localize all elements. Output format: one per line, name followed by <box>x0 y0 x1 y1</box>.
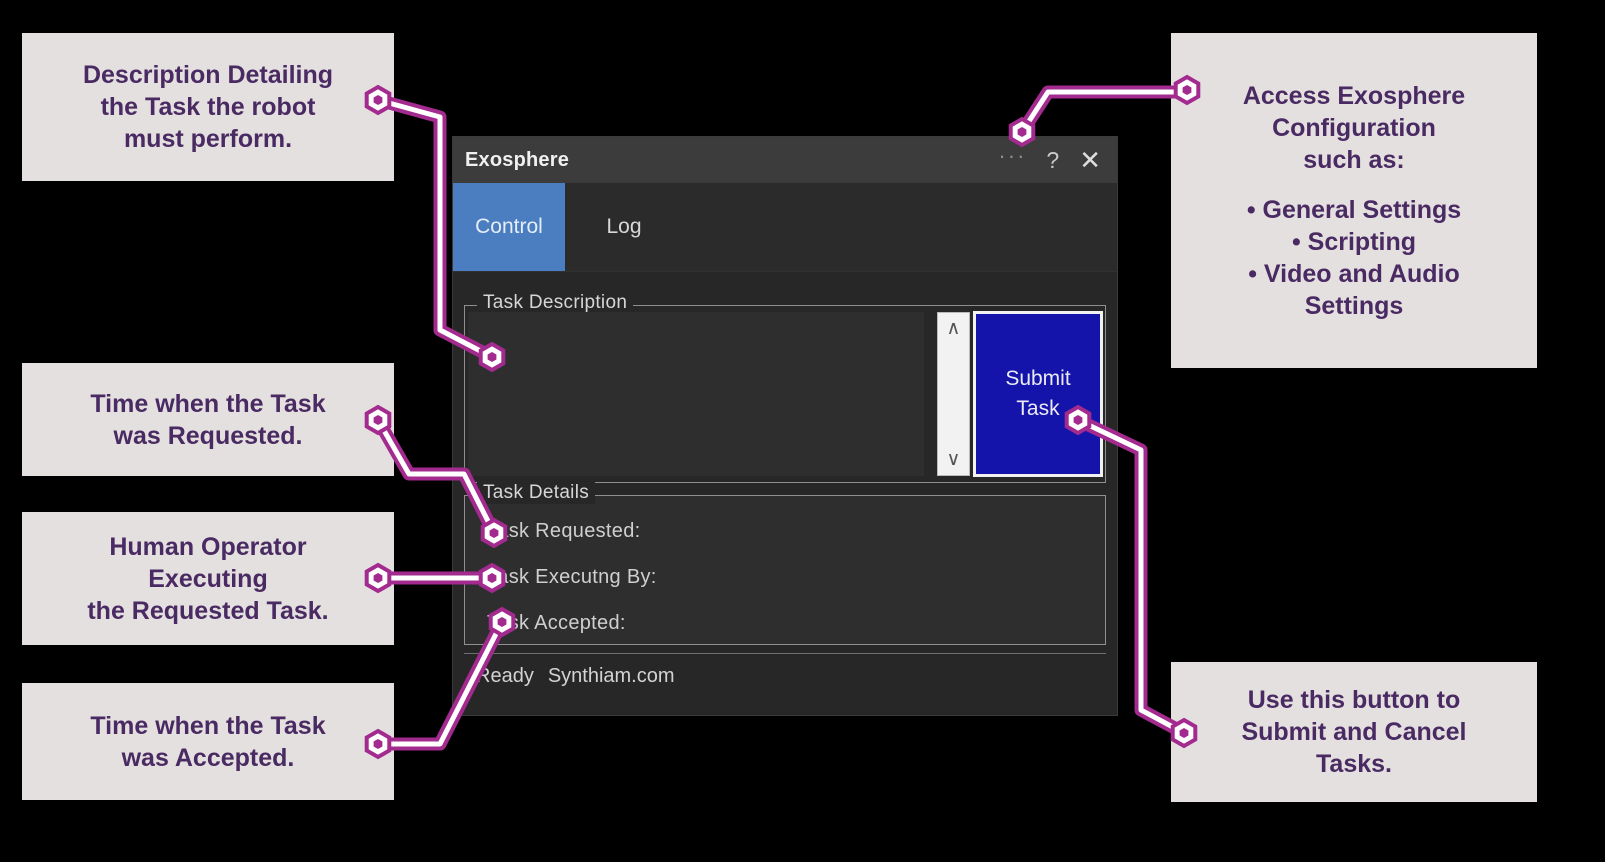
scroll-up-icon[interactable]: ∧ <box>947 319 961 338</box>
callout-line: Time when the Task <box>90 389 326 418</box>
callout-line: the Task the robot <box>100 93 316 121</box>
callout-bullet: • Video and Audio <box>1248 259 1460 288</box>
task-description-legend: Task Description <box>477 292 634 314</box>
callout-heading: Access Exosphere Configuration such as: <box>1243 80 1465 176</box>
help-icon[interactable]: ? <box>1036 147 1069 174</box>
callout-line: Use this button to <box>1247 686 1461 714</box>
task-details-group: Task Details Task Requested: Task Execut… <box>464 482 1106 645</box>
scroll-down-icon[interactable]: ∨ <box>947 450 961 469</box>
submit-task-button[interactable]: Submit Task <box>973 311 1103 477</box>
tab-control[interactable]: Control <box>453 183 565 271</box>
callout-line: Submit and Cancel <box>1241 718 1467 746</box>
task-accepted-row: Task Accepted: <box>487 612 626 634</box>
callout-line: Configuration <box>1272 113 1436 142</box>
callout-line: Time when the Task <box>90 711 326 740</box>
tab-log[interactable]: Log <box>565 183 683 271</box>
callout-human-operator: Human Operator Executing the Requested T… <box>22 512 394 645</box>
task-description-input[interactable] <box>468 312 924 476</box>
callout-bullet: • Scripting <box>1291 227 1417 256</box>
more-options-icon[interactable]: ··· <box>988 143 1036 177</box>
status-site-text: Synthiam.com <box>547 665 675 687</box>
callout-exosphere-configuration: Access Exosphere Configuration such as: … <box>1171 33 1537 368</box>
callout-line: such as: <box>1303 145 1405 174</box>
window-title-bar: Exosphere ··· ? ✕ <box>453 137 1117 183</box>
status-bar: Ready Synthiam.com <box>464 653 1106 699</box>
task-description-scrollbar[interactable]: ∧ ∨ <box>937 312 970 476</box>
callout-line: Access Exosphere <box>1242 81 1466 110</box>
callout-submit-button: Use this button to Submit and Cancel Tas… <box>1171 662 1537 802</box>
callout-task-description: Description Detailing the Task the robot… <box>22 33 394 181</box>
task-description-group: Task Description ∧ ∨ Submit Task <box>464 292 1106 483</box>
callout-task-accepted: Time when the Task was Accepted. <box>22 683 394 800</box>
callout-task-requested: Time when the Task was Requested. <box>22 363 394 476</box>
exosphere-window: Exosphere ··· ? ✕ Control Log Task Descr… <box>452 136 1118 716</box>
callout-line: the Requested Task. <box>87 596 329 625</box>
callout-line: Tasks. <box>1316 750 1392 778</box>
status-ready-text: Ready <box>476 665 534 687</box>
submit-task-label-line1: Submit <box>1005 366 1071 390</box>
close-icon[interactable]: ✕ <box>1069 145 1111 175</box>
callout-line: must perform. <box>123 125 293 153</box>
callout-line: Executing <box>148 564 268 593</box>
window-title: Exosphere <box>465 148 570 171</box>
task-executing-by-row: Task Executng By: <box>487 566 657 588</box>
task-requested-row: Task Requested: <box>487 520 641 542</box>
tab-strip: Control Log <box>453 183 1117 272</box>
callout-line: Human Operator <box>109 532 307 561</box>
callout-bullet: • General Settings <box>1246 195 1462 224</box>
callout-line: was Accepted. <box>121 743 295 772</box>
callout-bullet: Settings <box>1304 291 1404 320</box>
task-details-legend: Task Details <box>477 482 596 504</box>
submit-task-label-line2: Task <box>1016 397 1060 420</box>
callout-bullet-list: • General Settings • Scripting • Video a… <box>1179 194 1529 322</box>
callout-line: was Requested. <box>113 421 303 450</box>
callout-line: Description Detailing <box>82 61 334 89</box>
